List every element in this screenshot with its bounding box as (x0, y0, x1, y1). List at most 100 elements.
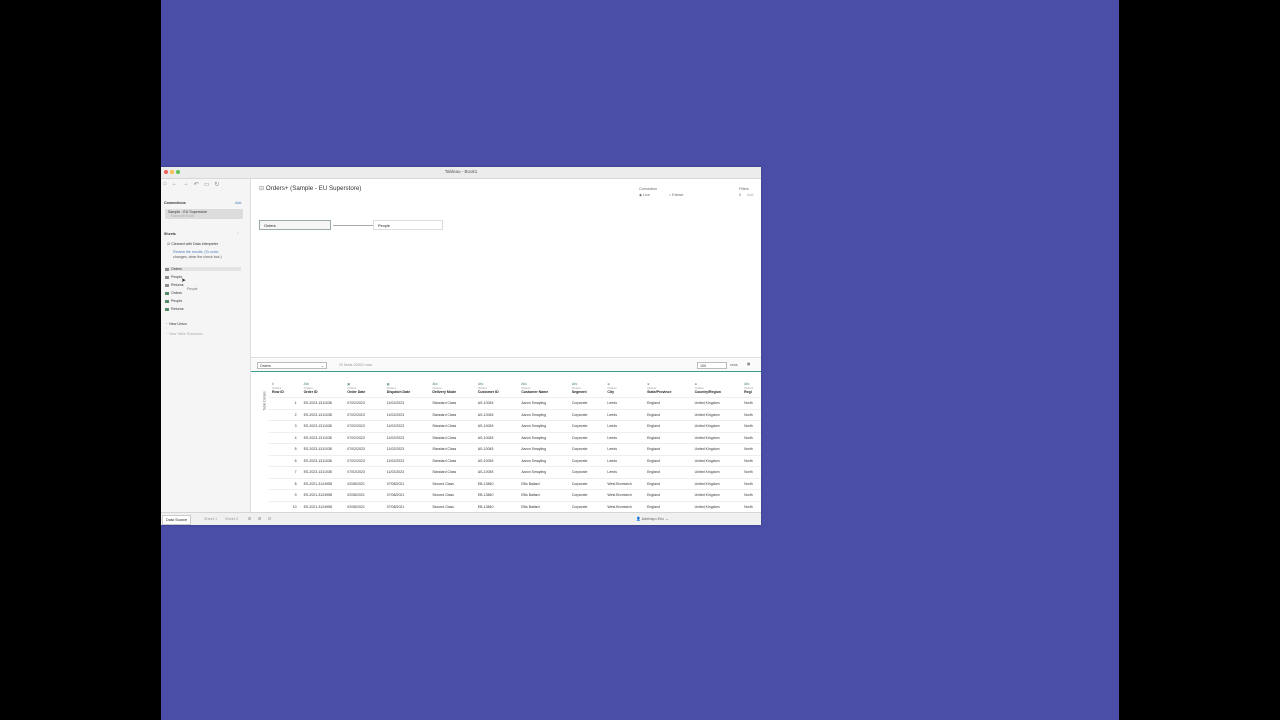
forward-icon[interactable]: → (183, 181, 189, 188)
tableau-window: Tableau - Book1 ⌂ ← → ↶ ▭ ↻ Connections … (161, 167, 761, 525)
column-header[interactable]: Abc Orders Customer ID (474, 372, 519, 398)
table-cell: Leeds (604, 409, 645, 421)
table-cell: 8 (269, 478, 301, 490)
canvas-table-orders[interactable]: Orders (259, 220, 331, 230)
column-name: Order Date (347, 390, 366, 394)
review-results-link[interactable]: Review the results. (To undo (173, 250, 218, 254)
table-cell: England (644, 432, 692, 444)
table-row[interactable]: 8 ES-2021-3124958 02/08/2021 07/08/2021 Seco… (269, 478, 761, 490)
column-header[interactable]: ⊕ Orders State/Province (644, 372, 692, 398)
table-cell: 4 (269, 432, 301, 444)
union-icon: ◔ (165, 322, 168, 326)
new-worksheet-icon[interactable]: ⊞ (245, 515, 254, 523)
live-radio[interactable]: ◉ Live (639, 193, 650, 197)
column-name: Customer Name (521, 390, 549, 394)
filters-add-link[interactable]: Add (747, 193, 753, 197)
new-union-item[interactable]: ◔ New Union (165, 322, 187, 326)
table-row[interactable]: 4 ES-2023-1311038 07/02/2023 11/02/2023 Stan… (269, 432, 761, 444)
column-header[interactable]: Abc Orders Segment (568, 372, 605, 398)
table-cell: Ellis Ballard (518, 478, 569, 490)
sheet-item-people[interactable]: People (165, 275, 182, 279)
tab-sheet-1[interactable]: Sheet 1 (201, 515, 220, 523)
table-row[interactable]: 10 ES-2021-3124958 02/08/2021 07/08/2021 Sec… (269, 501, 761, 512)
user-menu[interactable]: 👤 Adebayo Eric ⌄ (633, 515, 671, 523)
home-icon[interactable]: ⌂ (163, 181, 167, 188)
new-table-extension-item[interactable]: ◔ New Table Extension (165, 332, 203, 336)
table-row[interactable]: 2 ES-2023-1311038 07/02/2023 11/02/2023 Stan… (269, 409, 761, 421)
column-header[interactable]: Abc Orders Customer Name (518, 372, 569, 398)
table-cell: North (741, 455, 761, 467)
sheet-icon (165, 291, 169, 295)
column-header[interactable]: Abc Orders Delivery Mode (429, 372, 475, 398)
table-cell: 11/02/2023 (383, 466, 430, 479)
table-cell: Corporate (568, 409, 605, 421)
canvas-table-people[interactable]: People (373, 220, 443, 230)
sheet-item-orders-clean[interactable]: Orders (165, 291, 182, 295)
table-cell: England (644, 466, 692, 479)
table-details-side-label[interactable]: Table Details (263, 391, 267, 410)
table-row[interactable]: 3 ES-2023-1311038 07/02/2023 11/02/2023 Stan… (269, 420, 761, 433)
extract-radio[interactable]: ○ Extract (669, 193, 683, 197)
table-row[interactable]: 5 ES-2023-1311038 07/02/2023 11/02/2023 Stan… (269, 443, 761, 456)
table-cell: West Bromwich (604, 501, 645, 512)
column-name: City (607, 390, 615, 394)
tab-sheet-2[interactable]: Sheet 2 (222, 515, 241, 523)
chevron-down-icon: ⌄ (320, 364, 324, 368)
data-model-canvas[interactable]: Orders People (251, 201, 761, 358)
table-cell: 07/02/2023 (344, 466, 384, 479)
table-cell: 11/02/2023 (383, 443, 430, 456)
table-select-value: Orders (260, 364, 271, 368)
column-header[interactable]: ⊕ Orders City (604, 372, 645, 398)
data-interpreter-checkbox[interactable]: ☑ Cleaned with Data Interpreter (167, 242, 218, 246)
join-line[interactable] (333, 225, 373, 226)
connection-item[interactable]: Sample - EU Superstore Microsoft Excel (165, 209, 243, 219)
table-row[interactable]: 6 ES-2023-1311038 07/02/2023 11/02/2023 Stan… (269, 455, 761, 467)
new-union-label: New Union (169, 322, 187, 326)
new-dashboard-icon[interactable]: ⊞ (255, 515, 264, 523)
column-header[interactable]: ⊕ Orders Country/Region (691, 372, 742, 398)
table-cell: North (741, 432, 761, 444)
sheets-search-icon[interactable]: ⌕ (237, 231, 239, 235)
datasource-title[interactable]: ⊟ Orders+ (Sample - EU Superstore) (259, 185, 361, 192)
sheet-icon (165, 267, 169, 271)
column-header[interactable]: ▦ Orders Order Date (344, 372, 384, 398)
column-header[interactable]: # Orders Row ID (269, 372, 301, 398)
table-row[interactable]: 1 ES-2023-1311038 07/02/2023 11/02/2023 Stan… (269, 397, 761, 410)
sheet-icon (165, 283, 169, 287)
new-story-icon[interactable]: ⊡ (265, 515, 274, 523)
refresh-icon[interactable]: ↻ (214, 181, 219, 188)
column-header[interactable]: Abc Orders Regi (741, 372, 761, 398)
sheet-icon (165, 299, 169, 303)
sheet-item-returns-clean[interactable]: Returns (165, 307, 184, 311)
left-panel: ⌂ ← → ↶ ▭ ↻ Connections Add Sample - EU … (161, 179, 251, 512)
column-header[interactable]: ▦ Orders Dispatch Date (383, 372, 430, 398)
table-cell: ES-2021-3124958 (300, 489, 345, 502)
table-cell: Leeds (604, 432, 645, 444)
table-cell: United Kingdom (691, 397, 742, 410)
table-cell: Corporate (568, 455, 605, 467)
table-cell: 07/02/2023 (344, 432, 384, 444)
back-icon[interactable]: ← (172, 181, 178, 188)
table-cell: 11/02/2023 (383, 455, 430, 467)
table-cell: ES-2021-3124958 (300, 478, 345, 490)
table-cell: Corporate (568, 466, 605, 479)
grid-view-icon[interactable]: ▦ (747, 362, 750, 366)
table-cell: West Bromwich (604, 478, 645, 490)
table-cell: England (644, 478, 692, 490)
sheet-item-orders[interactable]: Orders (165, 267, 241, 271)
column-header[interactable]: Abc Orders Order ID (300, 372, 345, 398)
table-row[interactable]: 9 ES-2021-3124958 02/08/2021 07/08/2021 Seco… (269, 489, 761, 502)
table-select[interactable]: Orders ⌄ (257, 362, 327, 369)
rows-input[interactable]: 100 (697, 362, 727, 369)
data-grid[interactable]: # Orders Row ID Abc Orders Order ID ▦ Orders Ord… (269, 372, 761, 512)
undo-icon[interactable]: ↶ (194, 181, 199, 188)
table-cell: 11/02/2023 (383, 420, 430, 433)
table-cell: EB-13840 (474, 478, 519, 490)
tab-data-source[interactable]: Data Source (162, 515, 192, 525)
table-row[interactable]: 7 ES-2023-1311038 07/02/2023 11/02/2023 Stan… (269, 466, 761, 479)
add-connection-link[interactable]: Add (235, 201, 241, 205)
table-cell: Leeds (604, 443, 645, 456)
save-icon[interactable]: ▭ (204, 181, 210, 188)
table-cell: Aaron Smayling (518, 420, 569, 433)
sheet-item-people-clean[interactable]: People (165, 299, 182, 303)
